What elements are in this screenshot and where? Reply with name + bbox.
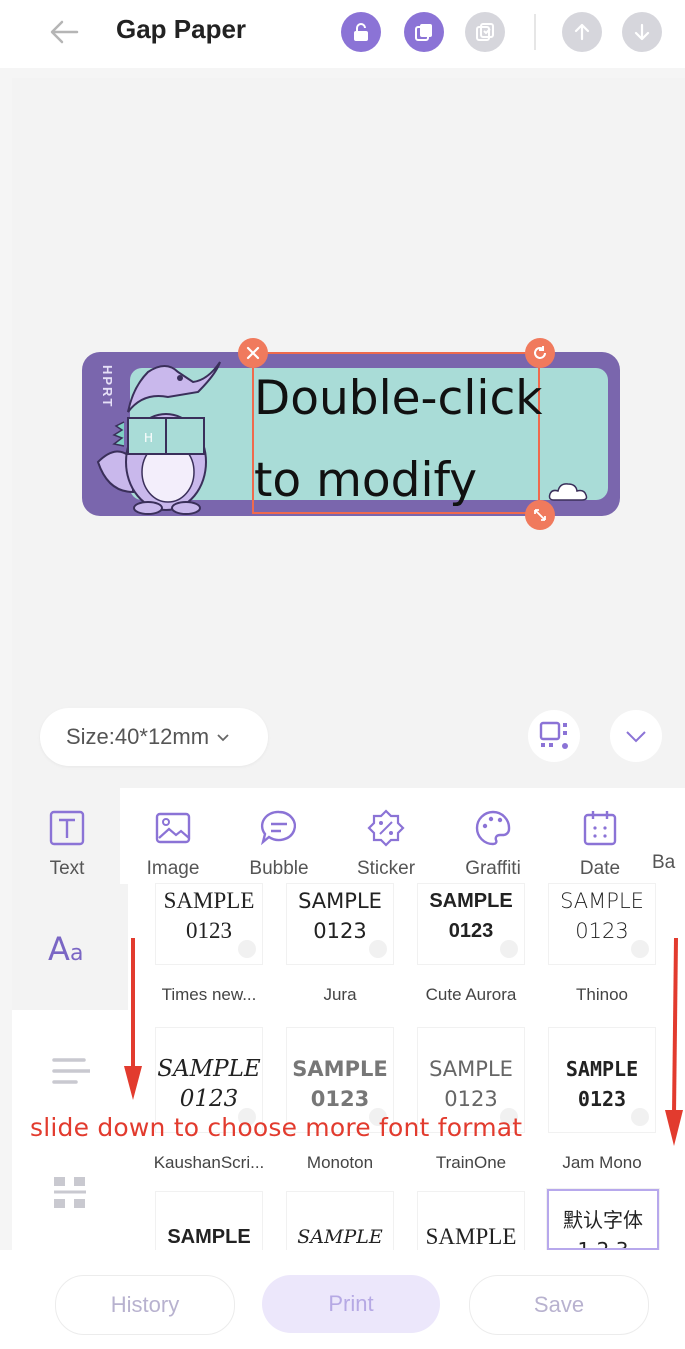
tab-image-label: Image [146, 858, 200, 879]
tab-sticker-label: Sticker [356, 858, 416, 879]
font-name: Jura [323, 985, 357, 1004]
arrow-down-annotation-icon [124, 938, 142, 1100]
font-name: Times new... [161, 985, 257, 1004]
download-icon [238, 940, 256, 958]
label-text-line1: Double-click [254, 371, 543, 426]
font-sample-text: SAMPLE [429, 1057, 513, 1081]
font-tile[interactable]: SAMPLE [287, 1192, 393, 1250]
sticker-icon [367, 809, 405, 847]
font-icon[interactable]: A a [48, 930, 94, 966]
svg-text:H: H [144, 431, 153, 445]
palette-icon [475, 810, 511, 846]
arrow-down-icon [634, 23, 650, 41]
font-name: Cute Aurora [425, 985, 517, 1004]
page-title: Gap Paper [116, 14, 247, 44]
font-tile[interactable]: SAMPLE 0123 [287, 884, 393, 964]
close-icon [246, 346, 260, 360]
font-tile[interactable]: SAMPLE 0123 [418, 884, 524, 964]
font-sample-text: SAMPLE [298, 889, 382, 913]
move-up-button[interactable] [562, 12, 602, 52]
size-selector[interactable]: Size:40*12mm [40, 708, 268, 766]
font-name: KaushanScri... [153, 1153, 265, 1172]
arrow-down-annotation-icon [665, 938, 683, 1146]
move-down-button[interactable] [622, 12, 662, 52]
align-left-icon[interactable] [52, 1056, 90, 1086]
font-tile[interactable]: SAMPLE [418, 1192, 524, 1250]
font-sample-text: SAMPLE [157, 1056, 261, 1082]
download-icon [369, 940, 387, 958]
header-divider [534, 14, 536, 50]
copy-icon [415, 24, 432, 41]
layout-settings-button[interactable] [528, 710, 580, 762]
resize-icon [534, 509, 546, 521]
svg-text:a: a [70, 941, 83, 966]
font-sample-text: 默认字体 [563, 1208, 643, 1232]
chevron-down-icon [217, 734, 229, 742]
font-sample-text: SAMPLE [163, 888, 255, 913]
text-icon [49, 810, 85, 846]
history-button[interactable]: History [55, 1275, 235, 1335]
svg-text:A: A [48, 930, 70, 966]
font-name: Jam Mono [562, 1153, 642, 1172]
tab-bubble-label: Bubble [249, 858, 309, 879]
font-tile[interactable]: SAMPLE 0123 [549, 1028, 655, 1132]
font-sample-text: SAMPLE [297, 1226, 383, 1248]
copy-button[interactable] [404, 12, 444, 52]
delete-handle[interactable] [238, 338, 268, 368]
format-icon[interactable] [52, 1174, 88, 1210]
tab-date[interactable]: Date [545, 796, 655, 880]
font-sample-text: SAMPLE [425, 1224, 517, 1249]
tab-sticker[interactable]: Sticker [331, 796, 441, 880]
font-name: Monoton [306, 1153, 374, 1172]
font-sample-text: SAMPLE [429, 890, 513, 912]
tab-text[interactable]: Text [12, 796, 122, 880]
font-sample-text: SAMPLE [560, 889, 644, 913]
font-sample-digits: 1 2 3 [577, 1238, 629, 1250]
font-tile-selected[interactable]: 默认字体 1 2 3 [547, 1189, 659, 1250]
tab-image[interactable]: Image [118, 796, 228, 880]
font-tile[interactable]: SAMPLE 0123 [156, 884, 262, 964]
label-text[interactable]: Double-click to modify [254, 358, 554, 522]
back-arrow-icon[interactable] [47, 14, 83, 50]
rotate-icon [534, 346, 546, 359]
layout-icon [539, 721, 568, 749]
font-tile[interactable]: SAMPLE [156, 1192, 262, 1250]
unlock-icon [354, 23, 368, 41]
tab-graffiti-label: Graffiti [465, 858, 521, 879]
collapse-button[interactable] [610, 710, 662, 762]
top-bar: Gap Paper [0, 0, 685, 68]
label-text-line2: to modify [254, 453, 478, 508]
annotation-text: slide down to choose more font format [30, 1113, 523, 1142]
rotate-handle[interactable] [525, 338, 555, 368]
save-button[interactable]: Save [469, 1275, 649, 1335]
crocodile-illustration: H [96, 361, 221, 515]
size-label: Size:40*12mm [66, 724, 210, 749]
tab-text-label: Text [49, 858, 85, 879]
font-sample-text: SAMPLE [292, 1057, 388, 1081]
calendar-icon [583, 811, 617, 846]
image-icon [155, 812, 191, 844]
download-icon [631, 1108, 649, 1126]
unlock-button[interactable] [341, 12, 381, 52]
tab-graffiti[interactable]: Graffiti [438, 796, 548, 880]
tab-partial[interactable]: Ba [652, 796, 685, 880]
print-button[interactable]: Print [262, 1275, 440, 1333]
font-sample-text: SAMPLE [167, 1226, 251, 1248]
tab-date-label: Date [579, 858, 621, 879]
arrow-up-icon [574, 23, 590, 41]
font-name: TrainOne [435, 1153, 507, 1172]
font-name: Thinoo [576, 985, 628, 1004]
tab-partial-label: Ba [652, 852, 676, 873]
multi-select-icon [476, 23, 494, 41]
tab-bubble[interactable]: Bubble [224, 796, 334, 880]
download-icon [500, 940, 518, 958]
bubble-icon [260, 810, 297, 846]
chevron-down-icon [626, 731, 646, 743]
multi-select-button[interactable] [465, 12, 505, 52]
download-icon [631, 940, 649, 958]
cloud-decoration-icon [548, 483, 588, 501]
resize-handle[interactable] [525, 500, 555, 530]
font-sample-text: SAMPLE [565, 1057, 639, 1081]
font-tile[interactable]: SAMPLE 0123 [549, 884, 655, 964]
